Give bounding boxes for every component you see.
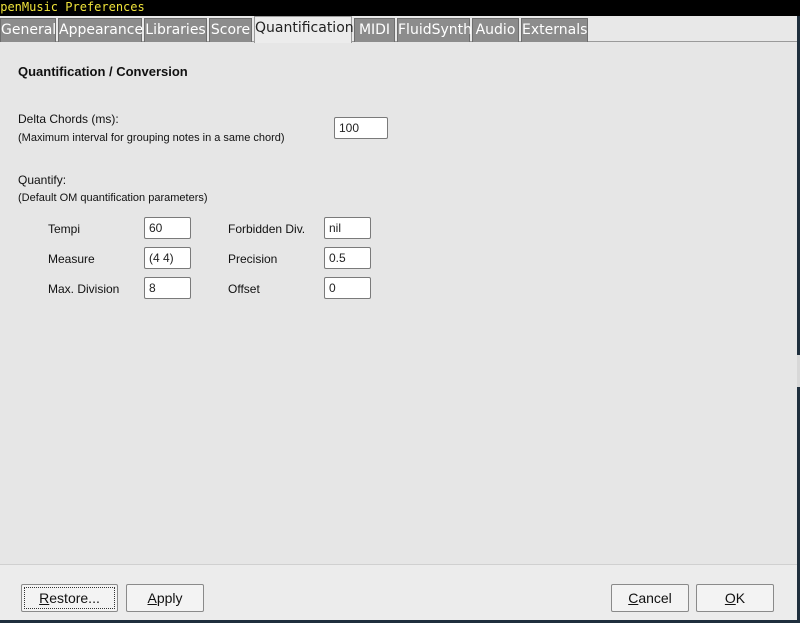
quantification-panel: Quantification / Conversion Delta Chords… xyxy=(0,42,797,564)
title-bar: OpenMusic Preferences xyxy=(0,0,800,16)
tab-bar: General Appearance Libraries Score Quant… xyxy=(0,16,797,43)
precision-label: Precision xyxy=(228,252,278,266)
forbidden-div-label: Forbidden Div. xyxy=(228,222,306,236)
delta-chords-input[interactable] xyxy=(334,117,388,139)
tab-externals[interactable]: Externals xyxy=(521,18,588,42)
forbidden-div-input[interactable] xyxy=(324,217,371,239)
apply-button[interactable]: Apply xyxy=(126,584,204,612)
window-title: OpenMusic Preferences xyxy=(0,0,145,14)
tab-midi[interactable]: MIDI xyxy=(354,18,395,42)
cancel-button[interactable]: Cancel xyxy=(611,584,689,612)
tab-appearance[interactable]: Appearance xyxy=(58,18,143,42)
quantify-label: Quantify: xyxy=(18,173,67,187)
measure-label: Measure xyxy=(48,252,95,266)
ok-button[interactable]: OK xyxy=(696,584,774,612)
tab-libraries[interactable]: Libraries xyxy=(144,18,207,42)
tempi-input[interactable] xyxy=(144,217,191,239)
delta-chords-note: (Maximum interval for grouping notes in … xyxy=(18,132,285,144)
tab-score[interactable]: Score xyxy=(209,18,252,42)
tab-general[interactable]: General xyxy=(0,18,56,42)
offset-label: Offset xyxy=(228,282,260,296)
quantify-note: (Default OM quantification parameters) xyxy=(18,192,208,204)
tempi-label: Tempi xyxy=(48,222,81,236)
tab-fluidsynth[interactable]: FluidSynth xyxy=(397,18,472,42)
delta-chords-label: Delta Chords (ms): xyxy=(18,112,119,126)
max-division-input[interactable] xyxy=(144,277,191,299)
precision-input[interactable] xyxy=(324,247,371,269)
apply-mnemonic: A xyxy=(147,590,157,606)
tab-audio[interactable]: Audio xyxy=(472,18,519,42)
section-title: Quantification / Conversion xyxy=(18,64,188,79)
measure-input[interactable] xyxy=(144,247,191,269)
restore-mnemonic: R xyxy=(39,590,50,606)
tab-quantification[interactable]: Quantification xyxy=(254,16,354,43)
cancel-label: ancel xyxy=(638,590,672,606)
preferences-window: General Appearance Libraries Score Quant… xyxy=(0,16,797,620)
ok-mnemonic: O xyxy=(724,590,736,606)
button-bar: Restore... Apply Cancel OK xyxy=(0,564,797,620)
apply-label: pply xyxy=(156,590,183,606)
cancel-mnemonic: C xyxy=(628,590,639,606)
ok-label: K xyxy=(735,590,746,606)
max-division-label: Max. Division xyxy=(48,282,120,296)
offset-input[interactable] xyxy=(324,277,371,299)
restore-button[interactable]: Restore... xyxy=(21,584,118,612)
restore-label: estore... xyxy=(49,590,100,606)
